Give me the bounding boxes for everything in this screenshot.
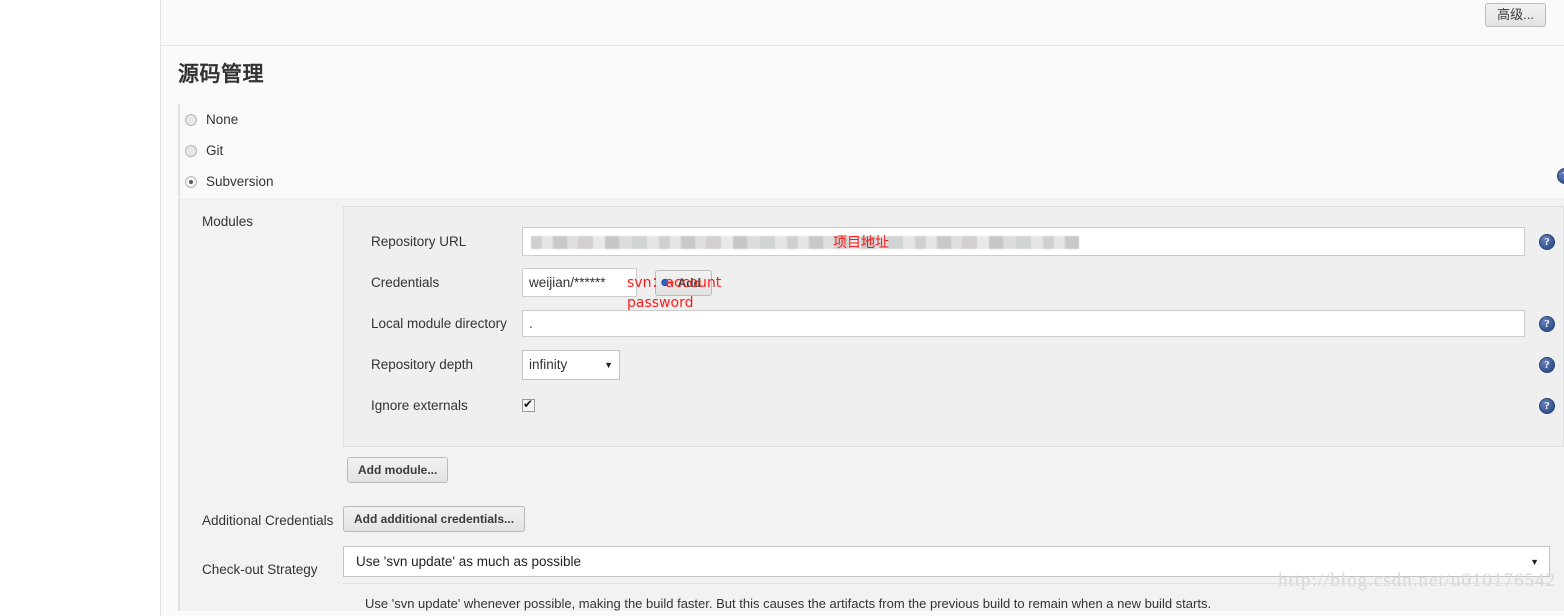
help-icon-repository-url[interactable]: ? bbox=[1539, 233, 1555, 250]
add-credentials-button-label: Add bbox=[677, 276, 701, 290]
repository-depth-select[interactable]: infinity ▼ bbox=[522, 349, 620, 380]
property-row-additional-credentials: Additional Credentials Add additional cr… bbox=[180, 497, 1564, 532]
add-module-button[interactable]: Add module... bbox=[347, 457, 449, 483]
checkout-strategy-select[interactable]: Use 'svn update' as much as possible ▼ bbox=[343, 546, 1550, 577]
ignore-externals-label: Ignore externals bbox=[371, 398, 468, 413]
repository-url-label: Repository URL bbox=[371, 234, 467, 249]
page-section-title: 源码管理 bbox=[178, 63, 264, 86]
modules-label: Modules bbox=[202, 214, 254, 229]
radio-git-icon[interactable] bbox=[185, 144, 197, 157]
property-row-checkout-strategy: Check-out Strategy Use 'svn update' as m… bbox=[180, 546, 1564, 611]
subversion-config-body: Modules Repository URL 项目地址 ? Credential… bbox=[178, 198, 1564, 611]
chevron-down-icon: ▼ bbox=[604, 359, 613, 370]
key-icon bbox=[660, 278, 674, 287]
checkout-strategy-value: Use 'svn update' as much as possible bbox=[356, 554, 582, 569]
repository-url-input[interactable]: 项目地址 bbox=[522, 227, 1525, 256]
credentials-select[interactable]: weijian/****** bbox=[522, 268, 637, 297]
credentials-label: Credentials bbox=[371, 275, 440, 290]
scm-option-git-label: Git bbox=[206, 143, 224, 158]
checkout-strategy-content: Use 'svn update' as much as possible ▼ U… bbox=[343, 546, 1564, 611]
field-repository-url: Repository URL 项目地址 ? bbox=[344, 221, 1563, 262]
field-ignore-externals: Ignore externals ? bbox=[344, 385, 1563, 426]
scm-option-git[interactable]: Git bbox=[180, 135, 580, 166]
field-repository-depth: Repository depth infinity ▼ ? bbox=[344, 344, 1563, 385]
checkout-strategy-label: Check-out Strategy bbox=[202, 562, 318, 577]
redacted-url-mosaic bbox=[531, 236, 1079, 249]
help-icon-repository-depth[interactable]: ? bbox=[1539, 356, 1555, 373]
repository-depth-value: infinity bbox=[529, 357, 568, 372]
add-additional-credentials-button[interactable]: Add additional credentials... bbox=[343, 506, 526, 532]
add-credentials-button[interactable]: Add bbox=[654, 270, 712, 296]
top-toolbar: 高级... bbox=[161, 0, 1564, 46]
ignore-externals-checkbox[interactable] bbox=[522, 397, 535, 412]
advanced-button[interactable]: 高级... bbox=[1485, 3, 1546, 27]
radio-subversion-icon[interactable] bbox=[185, 175, 197, 188]
field-local-module-directory: Local module directory ? bbox=[344, 303, 1563, 344]
help-icon-ignore-externals[interactable]: ? bbox=[1539, 397, 1555, 414]
local-module-directory-label: Local module directory bbox=[371, 316, 507, 331]
chevron-down-icon-checkout: ▼ bbox=[1530, 556, 1539, 567]
scm-radio-group: None Git Subversion bbox=[178, 104, 580, 197]
repository-depth-label: Repository depth bbox=[371, 357, 474, 372]
field-credentials: Credentials weijian/****** Add svn：accou… bbox=[344, 262, 1563, 311]
additional-credentials-content: Add additional credentials... bbox=[343, 497, 1564, 532]
scm-option-none[interactable]: None bbox=[180, 104, 580, 135]
scm-option-none-label: None bbox=[206, 112, 239, 127]
left-gutter bbox=[0, 0, 161, 616]
help-icon-scm[interactable]: ? bbox=[1557, 168, 1564, 184]
help-icon-local-module-directory[interactable]: ? bbox=[1539, 315, 1555, 332]
radio-none-icon[interactable] bbox=[185, 113, 197, 126]
scm-option-subversion-label: Subversion bbox=[206, 174, 274, 189]
property-row-modules: Modules Repository URL 项目地址 ? Credential… bbox=[180, 198, 1564, 483]
scm-option-subversion[interactable]: Subversion bbox=[180, 166, 580, 197]
jenkins-job-config-page: 高级... 源码管理 None Git Subversion ? Modules bbox=[0, 0, 1564, 616]
modules-content: Repository URL 项目地址 ? Credentials weijia… bbox=[343, 198, 1564, 483]
modules-panel: Repository URL 项目地址 ? Credentials weijia… bbox=[343, 206, 1564, 447]
local-module-directory-input[interactable] bbox=[522, 310, 1525, 337]
checkout-strategy-description: Use 'svn update' whenever possible, maki… bbox=[365, 596, 1212, 611]
additional-credentials-label: Additional Credentials bbox=[202, 513, 334, 528]
